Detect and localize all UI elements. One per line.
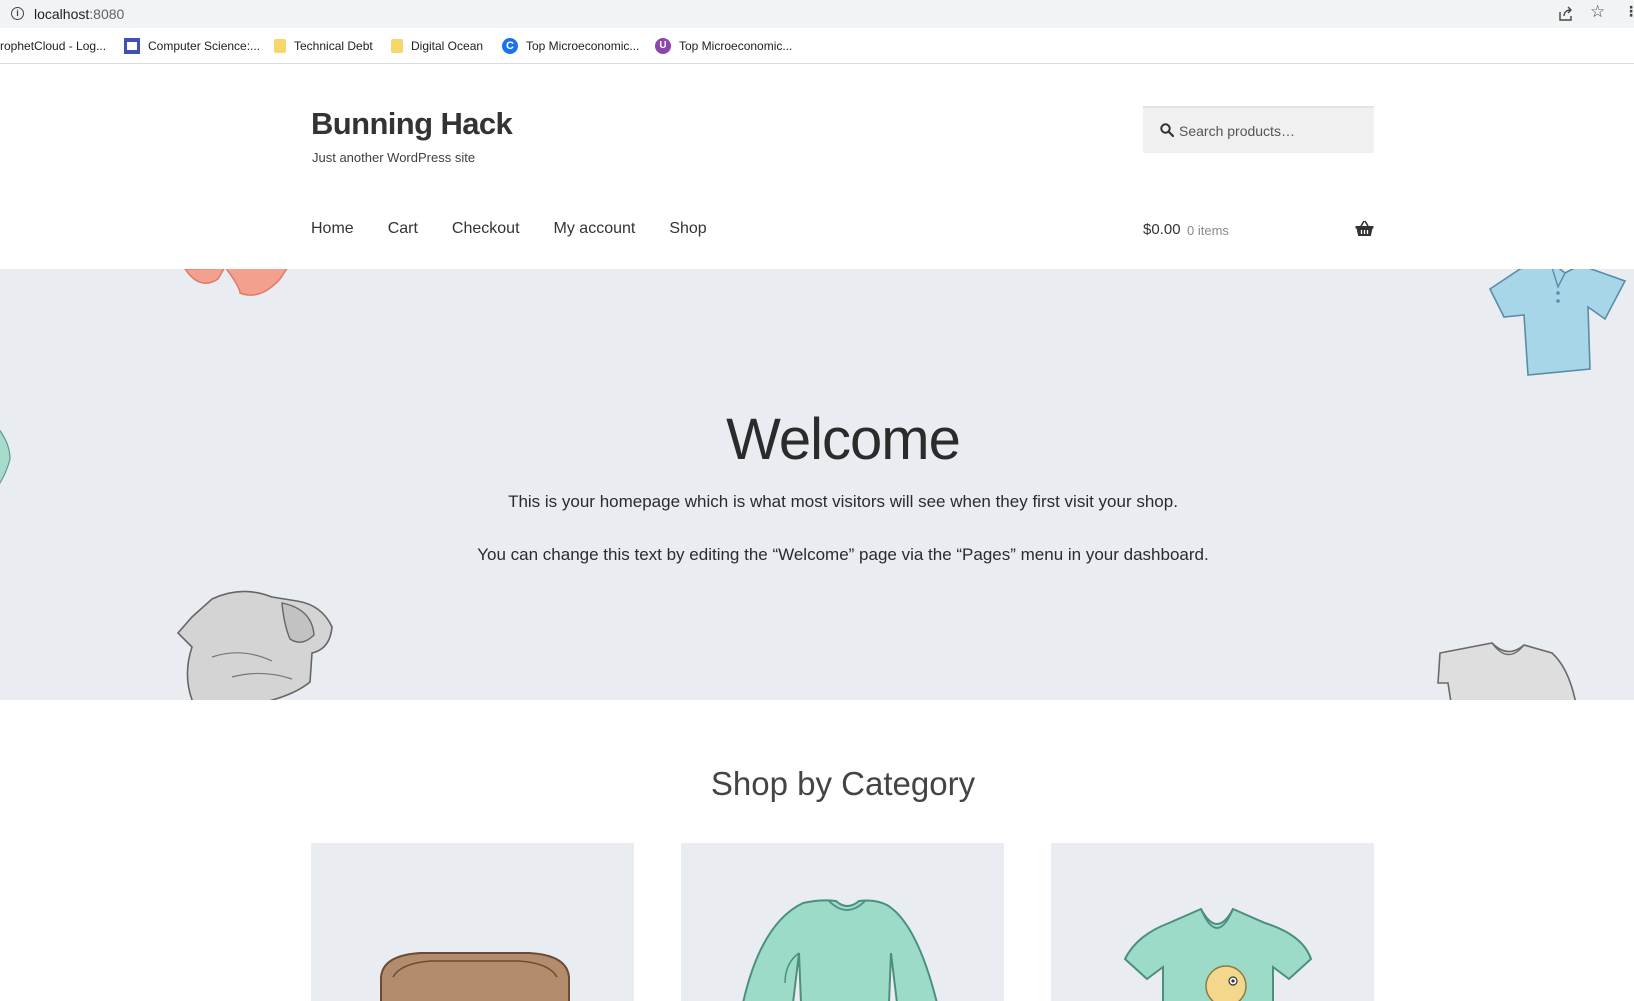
- primary-navigation: Home Cart Checkout My account Shop: [311, 220, 741, 238]
- bookmark-top-microeconomic-1[interactable]: C Top Microeconomic...: [502, 37, 639, 55]
- tshirt-image: [1123, 907, 1313, 1001]
- bookmark-digital-ocean[interactable]: Digital Ocean: [389, 37, 483, 55]
- hero-paragraph: You can change this text by editing the …: [477, 545, 1209, 564]
- category-card[interactable]: [1051, 843, 1374, 1001]
- url-host: localhost: [34, 6, 90, 22]
- blue-polo-illustration: [1488, 269, 1627, 376]
- bookmark-prophetcloud[interactable]: rophetCloud - Log...: [0, 37, 106, 55]
- c-icon: C: [502, 38, 518, 54]
- url-text[interactable]: localhost:8080: [34, 6, 124, 22]
- search-input[interactable]: [1179, 108, 1369, 153]
- shop-by-category-heading: Shop by Category: [710, 765, 976, 802]
- nav-home[interactable]: Home: [311, 220, 354, 238]
- bookmark-star-icon[interactable]: ☆: [1590, 4, 1605, 21]
- search-icon: [1160, 123, 1174, 137]
- cart-amount: $0.00: [1143, 221, 1181, 238]
- gray-hoodie-illustration: [176, 590, 333, 700]
- basket-icon: [1355, 220, 1374, 236]
- bookmark-label: Technical Debt: [294, 39, 373, 53]
- bookmark-label: Computer Science:...: [148, 39, 261, 53]
- nav-shop[interactable]: Shop: [669, 220, 706, 238]
- folder-icon: [391, 39, 403, 53]
- url-port: :8080: [89, 6, 125, 22]
- hero-title: Welcome: [726, 407, 961, 472]
- bookmark-label: rophetCloud - Log...: [0, 39, 107, 53]
- more-icon[interactable]: ⋮: [1624, 4, 1634, 20]
- browser-address-bar: i localhost:8080 ☆ ⋮: [0, 0, 1634, 28]
- category-card[interactable]: [311, 843, 634, 1001]
- folder-icon: [274, 39, 286, 53]
- nav-cart[interactable]: Cart: [388, 220, 418, 238]
- coral-garment-illustration: [184, 269, 288, 296]
- info-icon[interactable]: i: [11, 7, 24, 20]
- omnibox[interactable]: [4, 2, 1544, 26]
- cart-count: 0 items: [1187, 223, 1229, 238]
- u-icon: U: [655, 38, 671, 54]
- product-search: [1143, 106, 1374, 153]
- bookmark-label: Top Microeconomic...: [526, 39, 640, 53]
- bookmark-label: Digital Ocean: [411, 39, 484, 53]
- hero-paragraph: This is your homepage which is what most…: [508, 492, 1178, 511]
- bookmark-technical-debt[interactable]: Technical Debt: [272, 37, 373, 55]
- nav-my-account[interactable]: My account: [554, 220, 636, 238]
- nav-checkout[interactable]: Checkout: [452, 220, 520, 238]
- bookmark-label: Top Microeconomic...: [679, 39, 793, 53]
- site-title[interactable]: Bunning Hack: [311, 106, 513, 142]
- bookmarks-bar: rophetCloud - Log... Computer Science:..…: [0, 28, 1634, 64]
- cs-icon: [124, 38, 140, 54]
- gray-tshirt-illustration: [1437, 642, 1577, 700]
- bookmark-top-microeconomic-2[interactable]: U Top Microeconomic...: [655, 37, 792, 55]
- hoodie-sweater-image: [742, 899, 938, 1001]
- header-cart[interactable]: $0.00 0 items: [1143, 220, 1374, 241]
- site-description: Just another WordPress site: [312, 150, 476, 165]
- bookmark-computer-science[interactable]: Computer Science:...: [124, 37, 260, 55]
- category-card[interactable]: [681, 843, 1004, 1001]
- share-icon[interactable]: [1558, 6, 1574, 22]
- welcome-hero: Welcome This is your homepage which is w…: [0, 269, 1634, 700]
- accessories-image: [380, 952, 570, 1001]
